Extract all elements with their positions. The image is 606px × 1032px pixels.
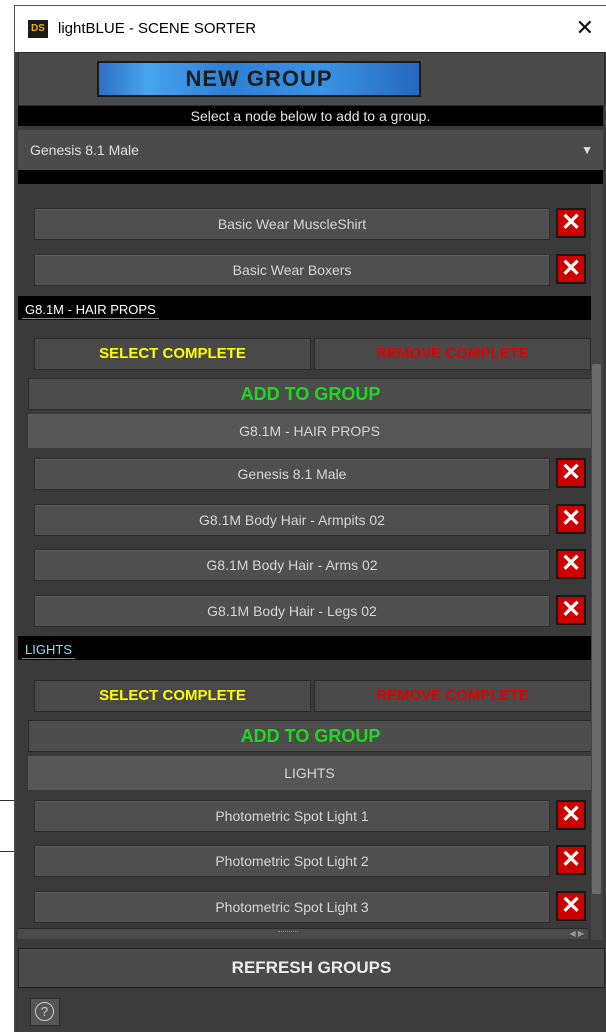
node-button[interactable]: Basic Wear MuscleShirt [34, 208, 550, 240]
title-bar: DS lightBLUE - SCENE SORTER ✕ [15, 6, 606, 52]
node-button[interactable]: Photometric Spot Light 2 [34, 845, 550, 877]
scene-sorter-window: DS lightBLUE - SCENE SORTER ✕ NEW GROUP … [15, 6, 606, 1032]
close-icon: ✕ [560, 801, 582, 828]
close-icon: ✕ [560, 550, 582, 577]
group-header-label: G8.1M - HAIR PROPS [22, 302, 159, 319]
scrollbar-grip [278, 931, 298, 936]
scroll-arrows-icon[interactable]: ◀ ▶ [569, 929, 584, 939]
close-icon: ✕ [560, 505, 582, 532]
group-header: LIGHTS [18, 636, 591, 660]
chevron-down-icon: ▼ [581, 143, 593, 157]
group-header-label: LIGHTS [22, 642, 75, 659]
background-window-edge [0, 420, 15, 790]
group-name-label: G8.1M - HAIR PROPS [28, 414, 591, 448]
node-button[interactable]: G8.1M Body Hair - Armpits 02 [34, 504, 550, 536]
remove-node-button[interactable]: ✕ [556, 208, 586, 238]
remove-node-button[interactable]: ✕ [556, 595, 586, 625]
remove-node-button[interactable]: ✕ [556, 845, 586, 875]
remove-node-button[interactable]: ✕ [556, 800, 586, 830]
help-button[interactable]: ? [30, 998, 60, 1026]
close-icon: ✕ [560, 596, 582, 623]
new-group-area: NEW GROUP [18, 52, 605, 106]
help-icon: ? [35, 1002, 54, 1021]
remove-node-button[interactable]: ✕ [556, 504, 586, 534]
node-button[interactable]: G8.1M Body Hair - Legs 02 [34, 595, 550, 627]
add-to-group-button[interactable]: ADD TO GROUP [28, 378, 593, 410]
group-name-label: LIGHTS [28, 756, 591, 790]
daz-studio-logo-icon: DS [28, 20, 48, 38]
select-complete-button[interactable]: SELECT COMPLETE [34, 338, 311, 370]
instruction-text: Select a node below to add to a group. [18, 106, 603, 126]
close-icon: ✕ [560, 209, 582, 236]
remove-node-button[interactable]: ✕ [556, 254, 586, 284]
node-button[interactable]: Photometric Spot Light 1 [34, 800, 550, 832]
footer-bar: ? [18, 990, 603, 1032]
node-button[interactable]: Photometric Spot Light 3 [34, 891, 550, 923]
group-header: G8.1M - HAIR PROPS [18, 296, 591, 320]
vertical-scrollbar-thumb[interactable] [592, 364, 601, 894]
remove-node-button[interactable]: ✕ [556, 549, 586, 579]
remove-complete-button[interactable]: REMOVE COMPLETE [314, 338, 591, 370]
add-to-group-button[interactable]: ADD TO GROUP [28, 720, 593, 752]
remove-node-button[interactable]: ✕ [556, 458, 586, 488]
close-icon: ✕ [560, 892, 582, 919]
close-icon[interactable]: ✕ [576, 15, 594, 41]
window-title: lightBLUE - SCENE SORTER [58, 20, 257, 37]
background-window-edge-2 [0, 800, 15, 852]
close-icon: ✕ [560, 846, 582, 873]
remove-complete-button[interactable]: REMOVE COMPLETE [314, 680, 591, 712]
node-button[interactable]: Genesis 8.1 Male [34, 458, 550, 490]
select-complete-button[interactable]: SELECT COMPLETE [34, 680, 311, 712]
refresh-groups-button[interactable]: REFRESH GROUPS [18, 948, 605, 988]
node-button[interactable]: G8.1M Body Hair - Arms 02 [34, 549, 550, 581]
close-icon: ✕ [560, 255, 582, 282]
remove-node-button[interactable]: ✕ [556, 891, 586, 921]
horizontal-scrollbar[interactable]: ◀ ▶ [18, 928, 588, 939]
node-select-dropdown[interactable]: Genesis 8.1 Male ▼ [18, 130, 603, 170]
new-group-button[interactable]: NEW GROUP [97, 61, 421, 97]
separator [18, 170, 603, 184]
close-icon: ✕ [560, 459, 582, 486]
node-select-value: Genesis 8.1 Male [30, 142, 139, 158]
group-list-pane: Basic Wear MuscleShirt ✕ Basic Wear Boxe… [18, 184, 603, 940]
node-button[interactable]: Basic Wear Boxers [34, 254, 550, 286]
